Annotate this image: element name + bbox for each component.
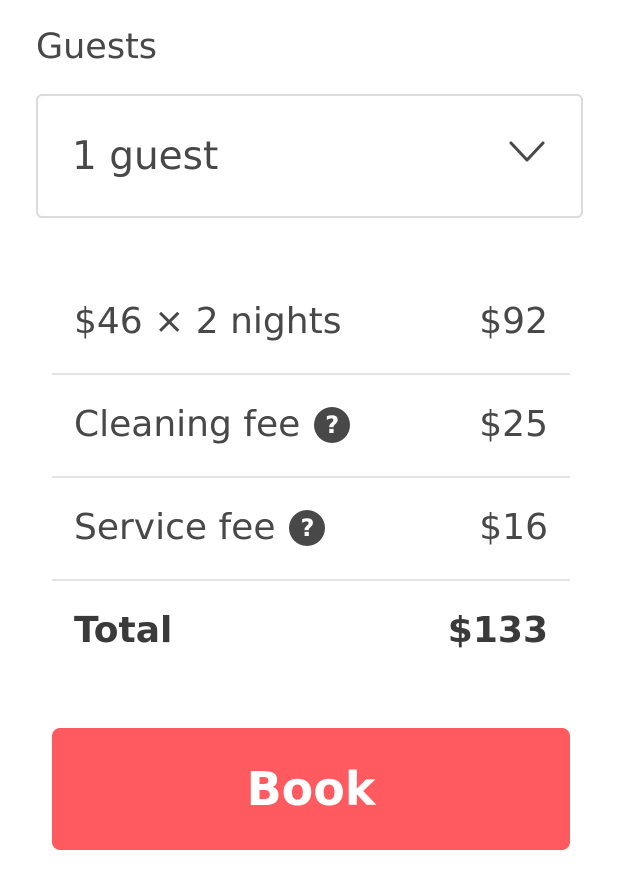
question-circle-icon[interactable]: ? — [289, 510, 326, 546]
price-row-value: $16 — [479, 507, 548, 548]
service-fee-label: Service fee — [74, 507, 276, 548]
price-row-label: $46 × 2 nights — [74, 299, 341, 345]
guests-select[interactable]: 1 guest — [36, 94, 583, 218]
total-value: $133 — [447, 610, 548, 651]
nights-label: $46 × 2 nights — [74, 301, 342, 342]
price-row-cleaning-fee: Cleaning fee ? $25 — [52, 375, 570, 478]
price-row-label: Cleaning fee ? — [74, 402, 351, 448]
price-row-nights: $46 × 2 nights $92 — [52, 272, 570, 375]
price-row-value: $92 — [479, 301, 548, 342]
price-row-value: $25 — [479, 404, 548, 445]
total-label: Total — [74, 610, 173, 651]
price-breakdown: $46 × 2 nights $92 Cleaning fee ? $25 Se… — [52, 272, 570, 684]
guests-select-value: 1 guest — [72, 134, 219, 179]
cleaning-fee-label: Cleaning fee — [74, 404, 301, 445]
question-circle-icon[interactable]: ? — [314, 407, 351, 443]
price-row-total: Total $133 — [52, 581, 570, 684]
price-row-label: Service fee ? — [74, 505, 326, 551]
guests-label: Guests — [36, 27, 158, 67]
price-row-service-fee: Service fee ? $16 — [52, 478, 570, 581]
chevron-down-icon — [509, 141, 545, 162]
book-button[interactable]: Book — [52, 728, 570, 850]
